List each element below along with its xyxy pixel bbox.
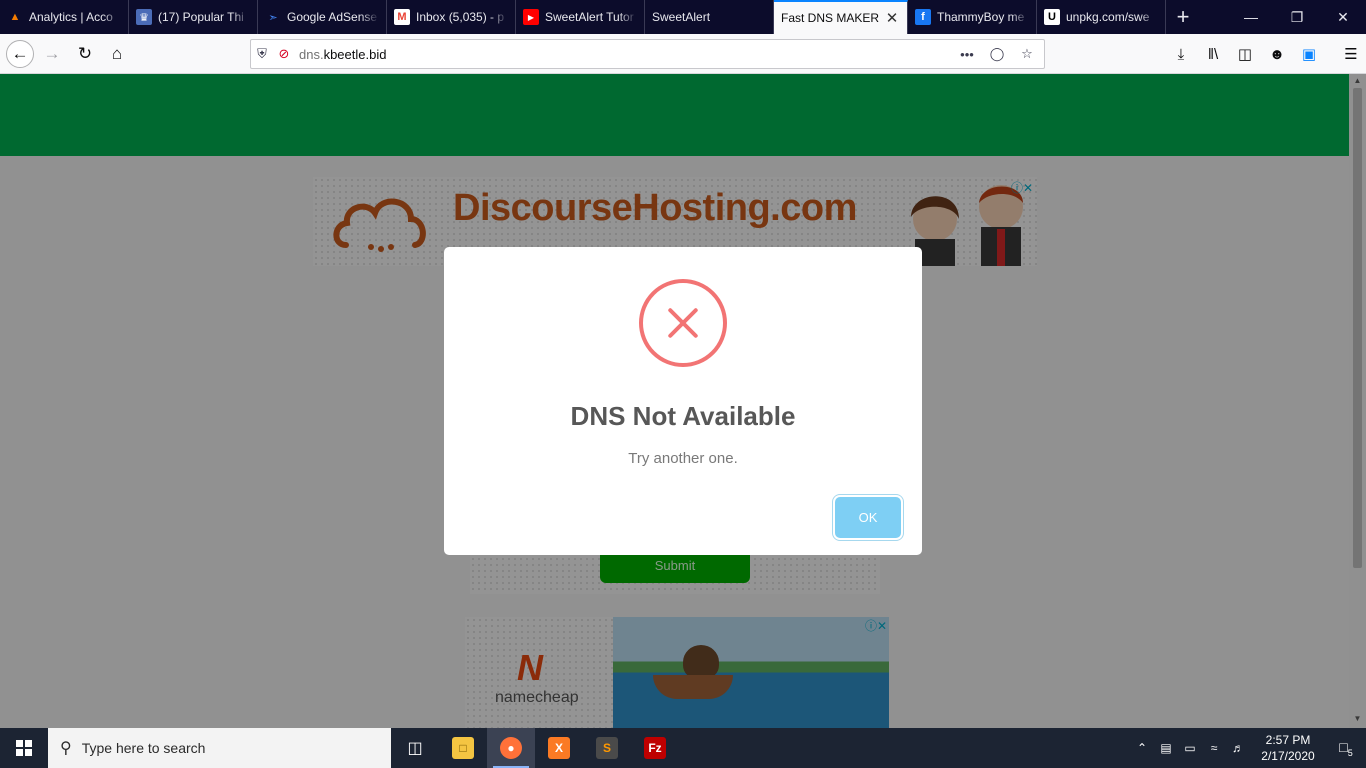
- wifi-icon[interactable]: ≈: [1202, 741, 1226, 755]
- close-window-icon[interactable]: ✕: [1320, 0, 1366, 34]
- sublime-icon[interactable]: S: [583, 728, 631, 768]
- tab-title: Inbox (5,035) - p: [416, 10, 505, 24]
- analytics-icon: ▲: [9, 11, 21, 23]
- url-text[interactable]: dns.kbeetle.bid: [299, 47, 386, 62]
- youtube-icon: ▶: [523, 9, 539, 25]
- xampp-icon[interactable]: X: [535, 728, 583, 768]
- tab-strip: ▲ Analytics | Acco ♛ (17) Popular Thi ➣ …: [0, 0, 1366, 34]
- forward-button[interactable]: →: [38, 40, 66, 68]
- tab-title: ThammyBoy me: [937, 10, 1025, 24]
- new-tab-button[interactable]: +: [1166, 0, 1200, 34]
- taskbar-clock[interactable]: 2:57 PM 2/17/2020: [1250, 732, 1326, 764]
- search-icon: ⚲: [60, 740, 72, 757]
- library-icon[interactable]: ‖\: [1197, 40, 1229, 68]
- window-controls: — ❐ ✕: [1228, 0, 1366, 34]
- unpkg-icon: U: [1044, 9, 1060, 25]
- clock-date: 2/17/2020: [1261, 749, 1315, 763]
- notification-count: 5: [1347, 747, 1353, 758]
- windows-start-icon[interactable]: [0, 728, 48, 768]
- tab-adsense[interactable]: ➣ Google AdSense: [258, 0, 387, 34]
- gmail-icon: M: [394, 9, 410, 25]
- pocket-icon[interactable]: ◯: [986, 46, 1008, 62]
- tab-popular[interactable]: ♛ (17) Popular Thi: [129, 0, 258, 34]
- tab-title: Fast DNS MAKER: [781, 11, 880, 25]
- tab-title: Analytics | Acco: [29, 10, 113, 24]
- minimize-icon[interactable]: —: [1228, 0, 1274, 34]
- tab-title: Google AdSense: [287, 10, 378, 24]
- firefox-icon[interactable]: ●: [487, 728, 535, 768]
- insecure-lock-icon[interactable]: ⊘: [273, 46, 295, 62]
- filezilla-icon[interactable]: Fz: [631, 728, 679, 768]
- tab-sweetalert[interactable]: SweetAlert: [645, 0, 774, 34]
- network-icon[interactable]: ▤: [1154, 741, 1178, 755]
- tab-analytics[interactable]: ▲ Analytics | Acco: [0, 0, 129, 34]
- windows-taskbar: ⚲ Type here to search ◫ □ ● X S Fz ⌃ ▤ ▭…: [0, 728, 1366, 768]
- battery-icon[interactable]: ▭: [1178, 741, 1202, 755]
- error-x-icon: [639, 279, 727, 367]
- close-icon[interactable]: ✕: [884, 9, 900, 27]
- tab-fast-dns-maker[interactable]: Fast DNS MAKER ✕: [774, 0, 908, 34]
- ok-button[interactable]: OK: [835, 497, 901, 538]
- task-view-icon[interactable]: ◫: [391, 728, 439, 768]
- shield-icon: ♛: [136, 9, 152, 25]
- tab-sweetalert-tutorial[interactable]: ▶ SweetAlert Tutor: [516, 0, 645, 34]
- adsense-icon: ➣: [268, 11, 278, 24]
- tab-title: SweetAlert Tutor: [545, 10, 634, 24]
- file-explorer-icon[interactable]: □: [439, 728, 487, 768]
- home-button[interactable]: ⌂: [103, 40, 131, 68]
- tab-title: SweetAlert: [652, 10, 711, 24]
- search-placeholder: Type here to search: [81, 740, 206, 756]
- tab-title: unpkg.com/swe: [1066, 10, 1150, 24]
- tracking-protection-icon[interactable]: ⛨: [251, 46, 273, 62]
- back-button[interactable]: ←: [6, 40, 34, 68]
- url-bar[interactable]: ⛨ ⊘ dns.kbeetle.bid ••• ◯ ☆: [250, 39, 1045, 69]
- restore-icon[interactable]: ❐: [1274, 0, 1320, 34]
- reload-button[interactable]: ↻: [71, 40, 99, 68]
- extension-icon[interactable]: ▣: [1293, 40, 1325, 68]
- bookmark-star-icon[interactable]: ☆: [1016, 46, 1038, 62]
- tab-gmail[interactable]: M Inbox (5,035) - p: [387, 0, 516, 34]
- tab-title: (17) Popular Thi: [158, 10, 244, 24]
- taskbar-search-input[interactable]: ⚲ Type here to search: [48, 728, 391, 768]
- menu-icon[interactable]: ☰: [1335, 40, 1366, 68]
- volume-icon[interactable]: ♬: [1226, 741, 1250, 755]
- dialog-title: DNS Not Available: [570, 401, 796, 431]
- navigation-toolbar: ← → ↻ ⌂ ⛨ ⊘ dns.kbeetle.bid ••• ◯ ☆ ⤓ ‖\…: [0, 34, 1366, 74]
- facebook-icon: f: [915, 9, 931, 25]
- tab-unpkg[interactable]: U unpkg.com/swe: [1037, 0, 1166, 34]
- chevron-up-icon[interactable]: ⌃: [1130, 741, 1154, 755]
- notification-center-icon[interactable]: □5: [1326, 739, 1366, 758]
- sidebar-icon[interactable]: ◫: [1229, 40, 1261, 68]
- alert-dialog: DNS Not Available Try another one. OK: [444, 247, 922, 555]
- dialog-text: Try another one.: [628, 450, 738, 467]
- tab-facebook[interactable]: f ThammyBoy me: [908, 0, 1037, 34]
- system-tray: ⌃ ▤ ▭ ≈ ♬ 2:57 PM 2/17/2020 □5: [1130, 728, 1366, 768]
- page-actions-icon[interactable]: •••: [956, 47, 978, 62]
- account-icon[interactable]: ☻: [1261, 40, 1293, 68]
- downloads-icon[interactable]: ⤓: [1165, 40, 1197, 68]
- clock-time: 2:57 PM: [1265, 733, 1311, 747]
